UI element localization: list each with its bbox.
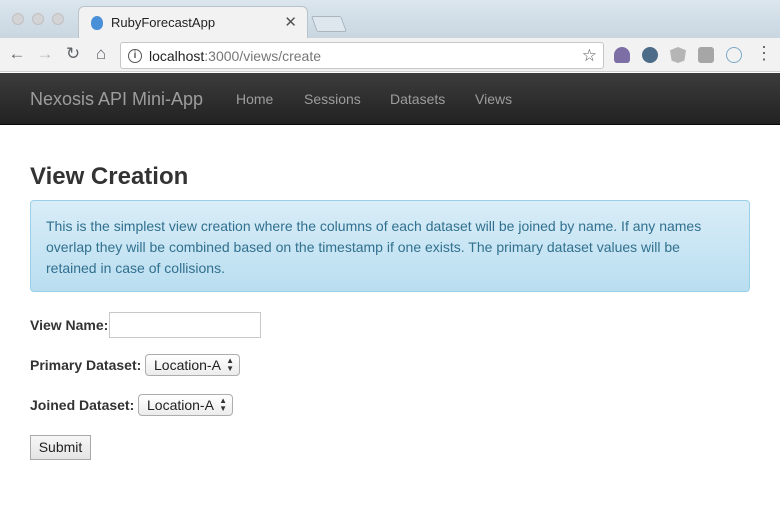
view-name-input[interactable] [109,312,261,338]
page-title: View Creation [30,163,189,190]
browser-titlebar: RubyForecastApp ✕ [0,0,780,38]
joined-dataset-label: Joined Dataset: [30,397,135,413]
nav-link-views[interactable]: Views [475,91,512,107]
submit-button[interactable]: Submit [30,435,91,460]
view-name-label: View Name: [30,317,109,333]
close-icon[interactable]: ✕ [284,13,297,31]
more-menu-icon[interactable]: ⋮ [755,43,773,64]
nav-link-datasets[interactable]: Datasets [390,91,445,107]
info-icon[interactable]: i [128,49,142,63]
extension-icon[interactable] [614,47,630,63]
url-host: localhost [149,48,205,64]
app-navbar: Nexosis API Mini-App Home Sessions Datas… [0,73,780,125]
extension-icon[interactable] [698,47,714,63]
address-bar[interactable]: i localhost:3000/views/create ☆ [120,42,604,69]
react-extension-icon[interactable] [726,47,742,63]
select-arrows-icon: ▲ ▼ [226,356,234,373]
back-arrow-icon[interactable]: ← [6,43,28,65]
nav-link-sessions[interactable]: Sessions [304,91,361,107]
joined-dataset-select[interactable]: Location-A ▲ ▼ [138,394,233,416]
primary-dataset-label: Primary Dataset: [30,357,142,373]
navbar-brand[interactable]: Nexosis API Mini-App [30,89,203,110]
browser-tab[interactable]: RubyForecastApp ✕ [78,6,308,38]
reload-icon[interactable]: ↻ [62,43,84,65]
browser-toolbar: ← → ↻ ⌂ i localhost:3000/views/create ☆ … [0,38,780,72]
extension-icon[interactable] [642,47,658,63]
home-icon[interactable]: ⌂ [90,43,112,65]
zoom-window-button[interactable] [52,13,64,25]
primary-dataset-select[interactable]: Location-A ▲ ▼ [145,354,240,376]
bookmark-star-icon[interactable]: ☆ [582,46,597,66]
url-text: localhost:3000/views/create [149,48,321,64]
primary-dataset-value: Location-A [154,357,221,373]
nav-link-home[interactable]: Home [236,91,273,107]
new-tab-button[interactable] [311,16,347,32]
joined-dataset-value: Location-A [147,397,214,413]
minimize-window-button[interactable] [32,13,44,25]
info-alert: This is the simplest view creation where… [30,200,750,292]
tab-title: RubyForecastApp [111,15,216,30]
select-arrows-icon: ▲ ▼ [219,396,227,413]
url-path: :3000/views/create [204,48,321,64]
forward-arrow-icon[interactable]: → [34,43,56,65]
favicon-icon [91,16,103,30]
angular-extension-icon[interactable] [670,47,686,63]
close-window-button[interactable] [12,13,24,25]
